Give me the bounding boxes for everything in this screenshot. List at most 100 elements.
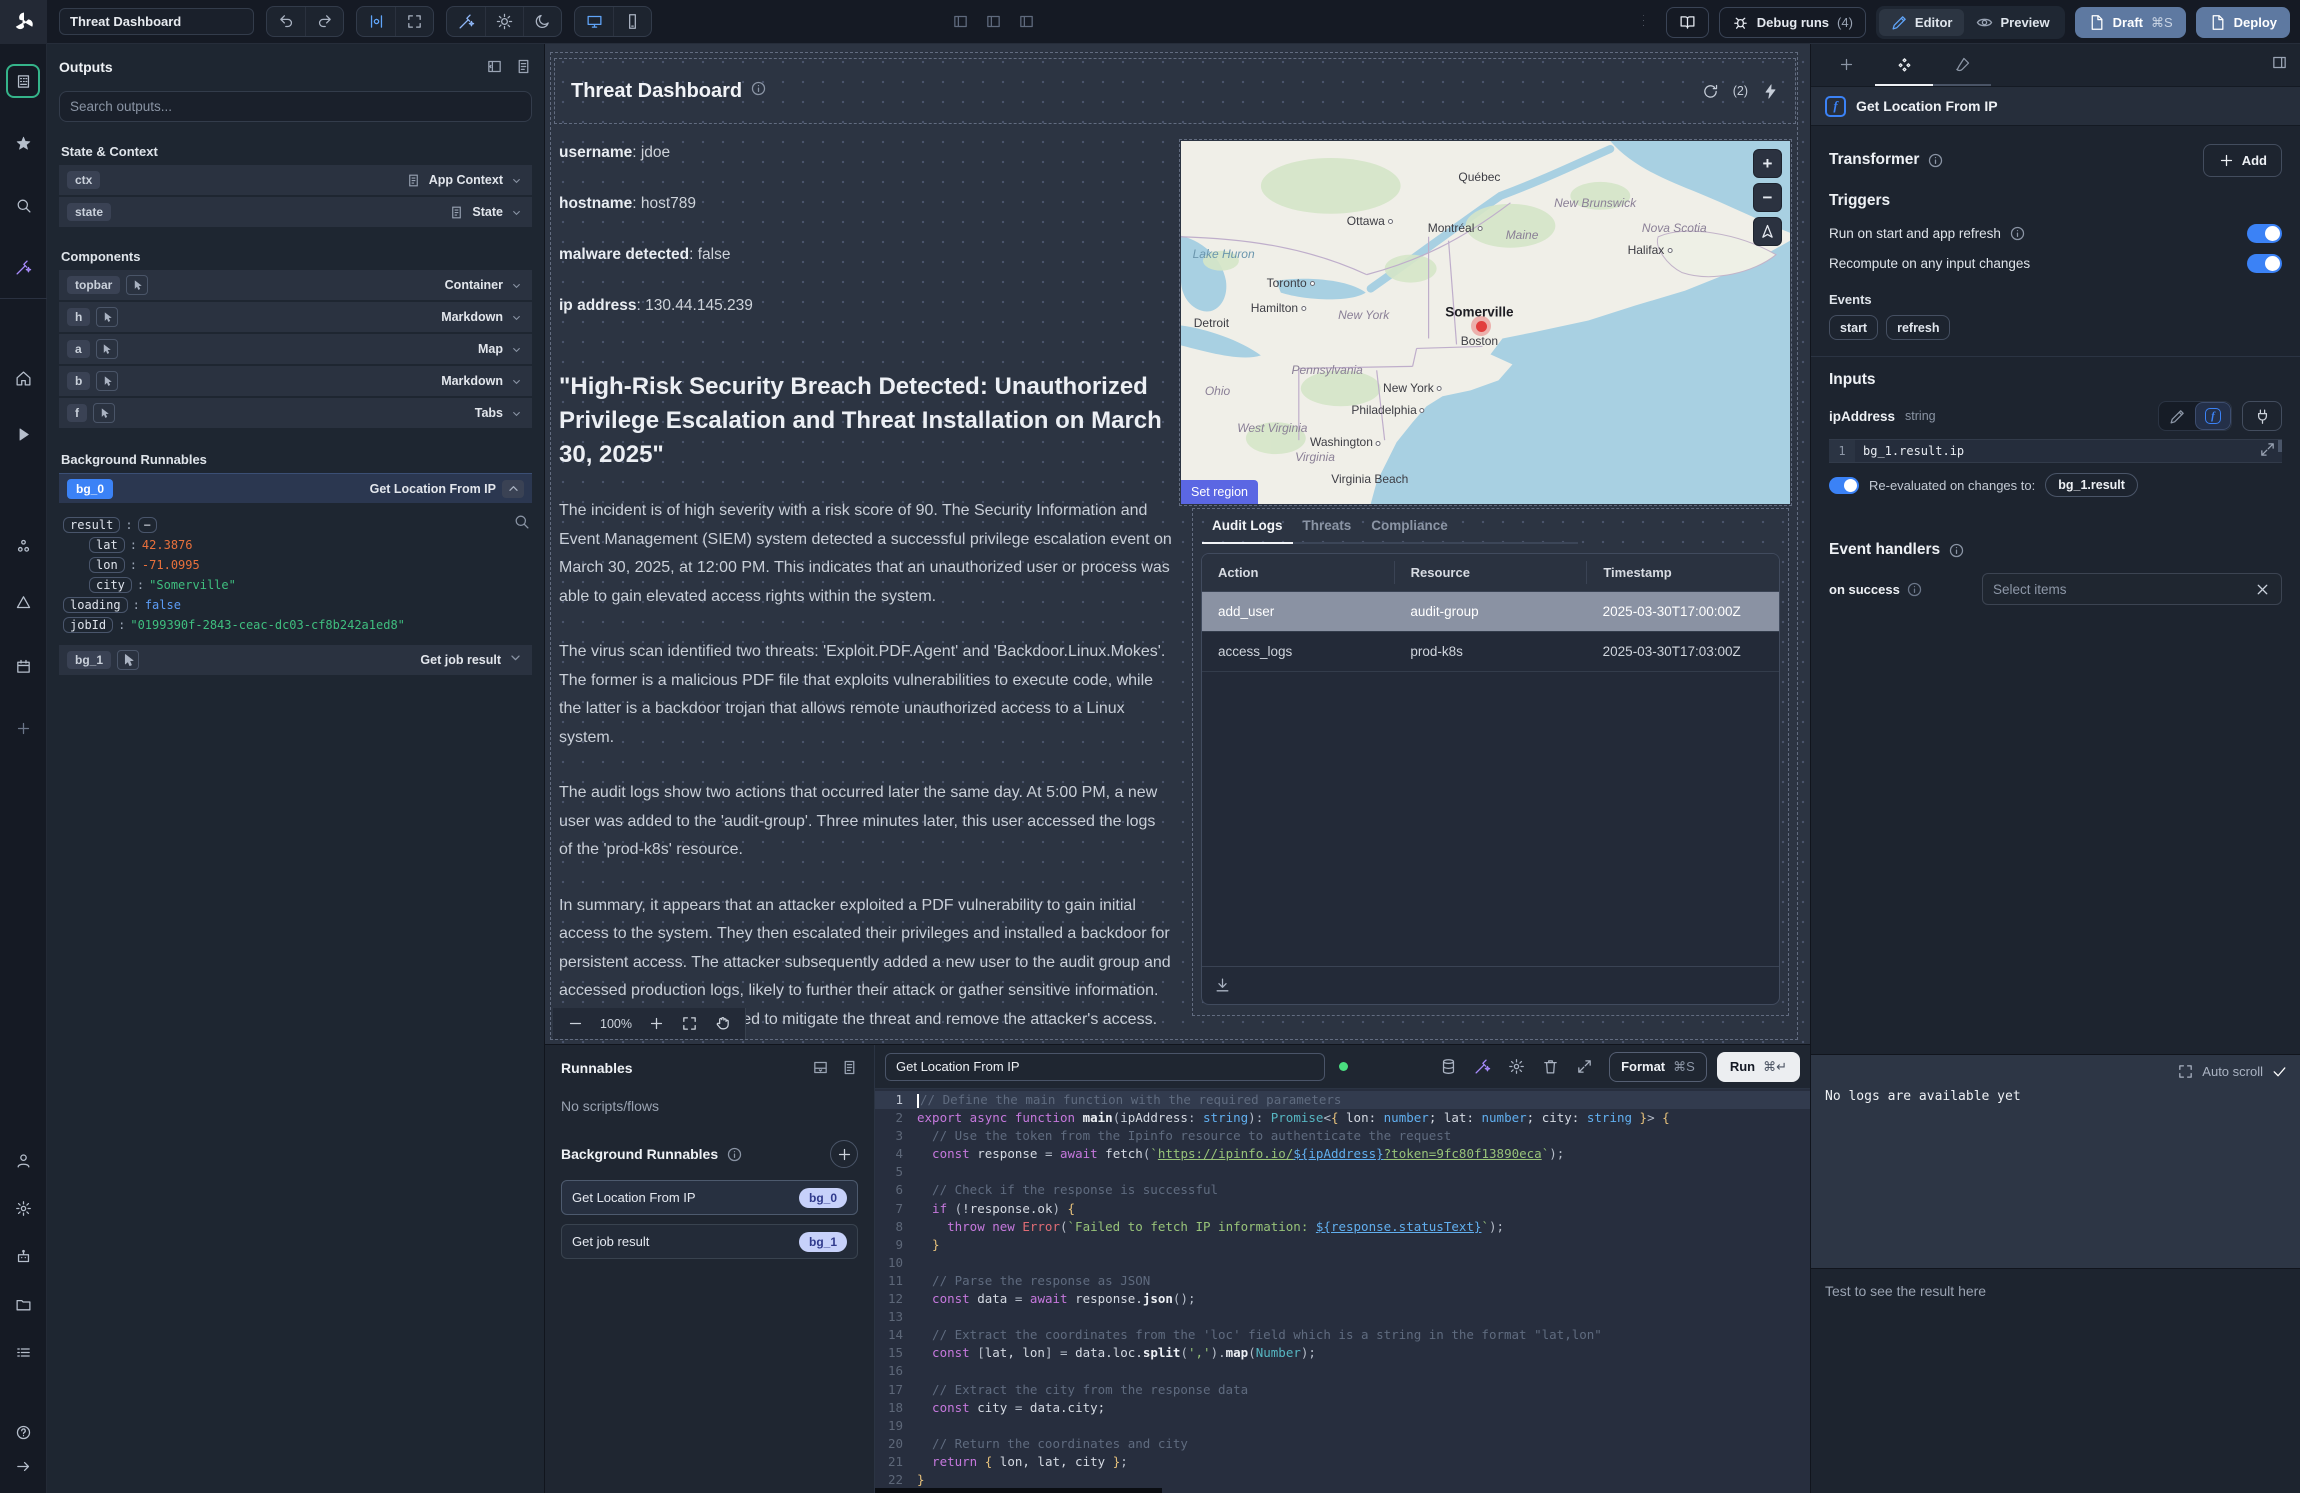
chevron-down-icon[interactable] xyxy=(507,649,524,671)
on-success-select[interactable]: Select items xyxy=(1982,573,2282,605)
rail-favorites-icon[interactable] xyxy=(6,126,40,160)
chevron-down-icon[interactable] xyxy=(509,406,524,421)
rail-help-icon[interactable] xyxy=(6,1415,40,1449)
chevron-down-icon[interactable] xyxy=(509,342,524,357)
map-zoom-out-button[interactable]: − xyxy=(1753,183,1782,212)
code-line[interactable]: 9 } xyxy=(875,1236,1810,1254)
code-line[interactable]: 11 // Parse the response as JSON xyxy=(875,1272,1810,1290)
code-line[interactable]: 4 const response = await fetch(`https://… xyxy=(875,1145,1810,1163)
padding-toggle-button[interactable] xyxy=(357,6,395,37)
rail-apps-icon[interactable] xyxy=(6,64,40,98)
search-outputs-input[interactable] xyxy=(59,91,532,122)
reeval-dependency-badge[interactable]: bg_1.result xyxy=(2045,473,2138,497)
collapse-node-button[interactable]: − xyxy=(138,517,157,533)
rail-ai-wand-icon[interactable] xyxy=(6,250,40,284)
json-row-loading[interactable]: loading: false xyxy=(63,597,526,613)
code-line[interactable]: 17 // Extract the city from the response… xyxy=(875,1381,1810,1399)
code-line[interactable]: 2export async function main(ipAddress: s… xyxy=(875,1109,1810,1127)
settings-tab[interactable] xyxy=(1875,44,1933,86)
mobile-view-button[interactable] xyxy=(613,6,651,37)
pointer-icon[interactable] xyxy=(126,275,148,295)
json-root-row[interactable]: result : − xyxy=(63,517,526,533)
json-row-lon[interactable]: lon: -71.0995 xyxy=(63,557,526,573)
fullwidth-button[interactable] xyxy=(395,6,433,37)
connect-input-button[interactable] xyxy=(2242,401,2282,431)
preview-tab[interactable]: Preview xyxy=(1964,9,2061,36)
map-component[interactable]: Québec Ottawa Montréal New Brunswick Nov… xyxy=(1179,139,1792,506)
editor-tab[interactable]: Editor xyxy=(1879,9,1965,36)
json-row-jobId[interactable]: jobId: "0199390f-2843-ceac-dc03-cf8b242a… xyxy=(63,617,526,633)
add-transformer-button[interactable]: Add xyxy=(2203,144,2282,177)
reeval-toggle[interactable] xyxy=(1829,477,1859,494)
chevron-up-icon[interactable] xyxy=(502,480,524,498)
pointer-icon[interactable] xyxy=(96,339,118,359)
dark-theme-icon[interactable] xyxy=(523,6,561,37)
tab-audit-logs[interactable]: Audit Logs xyxy=(1202,512,1293,544)
cache-icon[interactable] xyxy=(1440,1058,1457,1075)
code-line[interactable]: 19 xyxy=(875,1417,1810,1435)
panel-grid-icon-1[interactable] xyxy=(952,13,969,30)
chevron-down-icon[interactable] xyxy=(509,205,524,220)
code-line[interactable]: 8 throw new Error(`Failed to fetch IP in… xyxy=(875,1218,1810,1236)
rail-collapse-icon[interactable] xyxy=(6,1449,40,1483)
run-on-start-toggle[interactable] xyxy=(2247,224,2282,243)
doc-icon[interactable] xyxy=(515,58,532,75)
debug-runs-button[interactable]: Debug runs (4) xyxy=(1719,7,1866,38)
zoom-in-icon[interactable] xyxy=(648,1015,665,1032)
fit-view-icon[interactable] xyxy=(681,1015,698,1032)
table-row[interactable]: access_logsprod-k8s2025-03-30T17:03:00Z xyxy=(1202,632,1779,672)
zoom-out-icon[interactable] xyxy=(567,1015,584,1032)
code-line[interactable]: 22} xyxy=(875,1471,1810,1487)
rail-triggers-icon[interactable] xyxy=(6,585,40,619)
rail-runs-icon[interactable] xyxy=(6,417,40,451)
kebab-menu-icon[interactable] xyxy=(1631,12,1656,34)
code-line[interactable]: 5 xyxy=(875,1163,1810,1181)
code-line[interactable]: 12 const data = await response.json(); xyxy=(875,1290,1810,1308)
ai-wand-icon[interactable] xyxy=(1474,1058,1491,1075)
json-search-icon[interactable] xyxy=(513,513,530,533)
rail-folders-icon[interactable] xyxy=(6,1287,40,1321)
code-line[interactable]: 6 // Check if the response is successful xyxy=(875,1181,1810,1199)
auto-theme-icon[interactable] xyxy=(447,6,485,37)
runnable-item[interactable]: Get Location From IP bg_0 xyxy=(561,1180,858,1215)
pointer-icon[interactable] xyxy=(96,307,118,327)
output-row-state[interactable]: state State xyxy=(59,197,532,227)
rail-search-icon[interactable] xyxy=(6,188,40,222)
clear-select-icon[interactable] xyxy=(2254,581,2271,598)
component-row-b[interactable]: b Markdown xyxy=(59,366,532,396)
deploy-button[interactable]: Deploy xyxy=(2196,7,2290,38)
rail-workers-icon[interactable] xyxy=(6,1239,40,1273)
chevron-down-icon[interactable] xyxy=(509,374,524,389)
insert-tab[interactable] xyxy=(1817,44,1875,86)
json-row-city[interactable]: city: "Somerville" xyxy=(63,577,526,593)
code-line[interactable]: 13 xyxy=(875,1308,1810,1326)
app-title-input[interactable] xyxy=(59,8,254,35)
pointer-icon[interactable] xyxy=(117,650,139,670)
code-line[interactable]: 1// Define the main function with the re… xyxy=(875,1091,1810,1109)
download-icon[interactable] xyxy=(1214,977,1231,994)
markdown-fields-component[interactable]: username: jdoe hostname: host789 malware… xyxy=(559,144,1171,348)
code-line[interactable]: 14 // Extract the coordinates from the '… xyxy=(875,1326,1810,1344)
code-line[interactable]: 21 return { lon, lat, city }; xyxy=(875,1453,1810,1471)
redo-button[interactable] xyxy=(305,6,343,37)
component-row-topbar[interactable]: topbar Container xyxy=(59,270,532,300)
bg0-output-row[interactable]: bg_0 Get Location From IP xyxy=(59,473,532,503)
styling-tab[interactable] xyxy=(1933,44,1991,86)
input-expression-editor[interactable]: 1 bg_1.result.ip xyxy=(1829,439,2282,463)
component-row-f[interactable]: f Tabs xyxy=(59,398,532,428)
eval-mode-button[interactable]: f xyxy=(2195,402,2231,430)
chevron-down-icon[interactable] xyxy=(509,173,524,188)
rail-schedules-icon[interactable] xyxy=(6,649,40,683)
chevron-down-icon[interactable] xyxy=(509,310,524,325)
tab-compliance[interactable]: Compliance xyxy=(1361,512,1458,544)
pointer-icon[interactable] xyxy=(93,403,115,423)
bolt-icon[interactable] xyxy=(1762,83,1779,100)
bg1-output-row[interactable]: bg_1 Get job result xyxy=(59,645,532,675)
json-row-lat[interactable]: lat: 42.3876 xyxy=(63,537,526,553)
code-line[interactable]: 18 const city = data.city; xyxy=(875,1399,1810,1417)
windmill-logo[interactable] xyxy=(0,0,47,44)
runnable-item[interactable]: Get job result bg_1 xyxy=(561,1224,858,1259)
check-icon[interactable] xyxy=(2271,1063,2288,1080)
app-canvas[interactable]: Threat Dashboard (2) username: jdoe host… xyxy=(545,44,1810,1044)
rail-resources-icon[interactable] xyxy=(6,529,40,563)
